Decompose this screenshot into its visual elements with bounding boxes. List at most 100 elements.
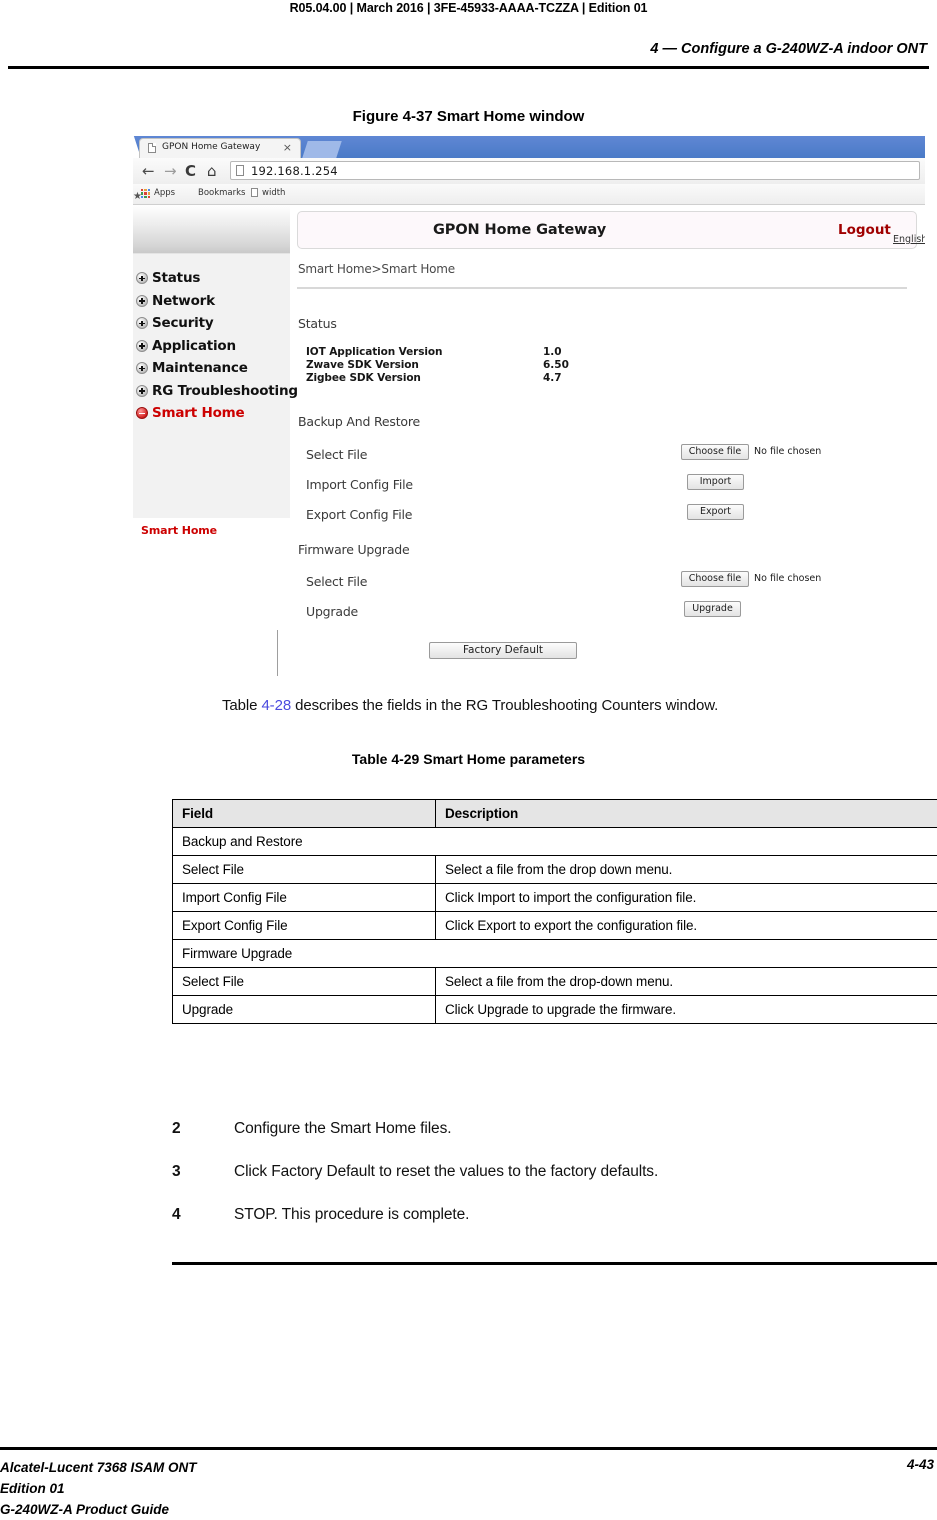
address-bar-value: 192.168.1.254 — [251, 164, 338, 178]
breadcrumb-divider-rule — [297, 287, 907, 289]
plus-icon[interactable] — [136, 294, 148, 307]
backup-select-file-label: Select File — [306, 447, 368, 462]
table-cell-description: Select a file from the drop-down menu. — [435, 967, 937, 996]
document-id-line: R05.04.00 | March 2016 | 3FE-45933-AAAA-… — [289, 1, 648, 15]
bookmark-bookmarks[interactable]: Bookmarks — [198, 188, 246, 198]
apps-grid-icon[interactable] — [141, 189, 150, 198]
page-favicon-icon — [148, 143, 156, 153]
export-config-file-label: Export Config File — [306, 507, 413, 522]
export-button[interactable]: Export — [687, 504, 744, 520]
table-cell-field: Import Config File — [172, 883, 436, 912]
table-header-description: Description — [435, 799, 937, 828]
sidebar-item-network[interactable]: Network — [133, 290, 290, 313]
browser-tab-strip: GPON Home Gateway × — [133, 136, 925, 158]
sidebar-item-rg-troubleshooting[interactable]: RG Troubleshooting — [133, 380, 298, 403]
sidebar-item-label: Network — [152, 292, 215, 309]
table-cross-reference-line: Table 4-28 describes the fields in the R… — [222, 697, 718, 714]
import-button[interactable]: Import — [687, 474, 744, 490]
zwave-sdk-version-label: Zwave SDK Version — [306, 359, 419, 371]
app-title: GPON Home Gateway — [433, 222, 607, 238]
xref-prefix: Table — [222, 697, 262, 714]
step-number: 3 — [172, 1163, 181, 1180]
upgrade-button[interactable]: Upgrade — [684, 601, 741, 617]
table-cell-description: Select a file from the drop down menu. — [435, 855, 937, 884]
footer-line-2: Edition 01 — [0, 1481, 65, 1496]
sidebar-item-label: Status — [152, 270, 201, 286]
plus-icon[interactable] — [136, 317, 148, 329]
sidebar-vertical-divider — [277, 630, 278, 676]
browser-tab[interactable]: GPON Home Gateway × — [139, 138, 301, 158]
table-row: Import Config File Click Import to impor… — [172, 883, 937, 912]
step-number: 2 — [172, 1120, 181, 1137]
upgrade-label: Upgrade — [306, 604, 359, 619]
sidebar-item-status[interactable]: Status — [133, 267, 290, 290]
backup-no-file-chosen-text: No file chosen — [754, 446, 822, 457]
sidebar-item-label: Security — [152, 315, 214, 331]
factory-default-button[interactable]: Factory Default — [429, 642, 577, 659]
footer-product-info: Alcatel-Lucent 7368 ISAM ONT Edition 01 … — [0, 1457, 197, 1520]
sidebar-logo-area — [133, 205, 290, 254]
table-cell-field: Select File — [172, 967, 436, 996]
breadcrumb: Smart Home>Smart Home — [298, 262, 455, 276]
table-row: Upgrade Click Upgrade to upgrade the fir… — [172, 995, 937, 1024]
table-group-firmware-upgrade: Firmware Upgrade — [172, 939, 937, 968]
table-cell-description: Click Upgrade to upgrade the firmware. — [435, 995, 937, 1024]
app-sidebar: Status Network Security Application Main… — [133, 205, 298, 537]
plus-icon[interactable] — [136, 272, 148, 284]
page-header: R05.04.00 | March 2016 | 3FE-45933-AAAA-… — [0, 0, 937, 69]
reload-icon[interactable]: C — [185, 162, 196, 180]
bookmark-apps[interactable]: Apps — [154, 188, 175, 198]
browser-toolbar: ← → C ⌂ 192.168.1.254 — [133, 158, 925, 185]
bookmarks-bar: Apps ★ Bookmarks width — [133, 184, 925, 205]
footer-line-3: G-240WZ-A Product Guide — [0, 1502, 170, 1517]
table-cell-field: Select File — [172, 855, 436, 884]
sidebar-item-label: Application — [152, 337, 236, 354]
back-arrow-icon[interactable]: ← — [142, 162, 155, 180]
sidebar-item-maintenance[interactable]: Maintenance — [133, 357, 290, 380]
step-number: 4 — [172, 1206, 181, 1223]
table-cell-field: Export Config File — [172, 911, 436, 940]
sidebar-subitem-smart-home[interactable]: Smart Home — [133, 524, 298, 537]
close-icon[interactable]: × — [283, 141, 292, 155]
page-info-icon — [236, 165, 244, 176]
table-header-row: Field Description — [172, 799, 937, 828]
app-main-panel: GPON Home Gateway Logout English |Españo… — [293, 205, 925, 676]
firmware-choose-file-button[interactable]: Choose file — [681, 571, 749, 587]
sidebar-item-security[interactable]: Security — [133, 312, 290, 335]
sidebar-item-application[interactable]: Application — [133, 335, 290, 358]
new-tab-button[interactable] — [302, 141, 342, 158]
backup-restore-section-title: Backup And Restore — [298, 414, 421, 429]
footer-line-1: Alcatel-Lucent 7368 ISAM ONT — [0, 1460, 197, 1475]
plus-icon[interactable] — [136, 362, 148, 374]
import-config-file-label: Import Config File — [306, 477, 413, 492]
firmware-no-file-chosen-text: No file chosen — [754, 573, 822, 584]
sidebar-item-label: RG Troubleshooting — [152, 382, 298, 399]
address-bar[interactable]: 192.168.1.254 — [230, 161, 920, 180]
home-icon[interactable]: ⌂ — [207, 162, 217, 180]
plus-icon[interactable] — [136, 384, 148, 397]
table-row: Select File Select a file from the drop-… — [172, 967, 937, 996]
chapter-running-head: 4 — Configure a G-240WZ-A indoor ONT — [650, 41, 927, 57]
step-text: STOP. This procedure is complete. — [234, 1206, 470, 1223]
table-cell-description: Click Import to import the configuration… — [435, 883, 937, 912]
sidebar-item-label: Smart Home — [152, 405, 245, 421]
document-icon — [251, 188, 258, 197]
table-row: Firmware Upgrade — [172, 939, 937, 968]
forward-arrow-icon[interactable]: → — [164, 162, 177, 180]
sidebar-item-smart-home[interactable]: Smart Home — [133, 402, 290, 425]
app-header-bar: GPON Home Gateway Logout English |Españo… — [297, 211, 925, 249]
backup-choose-file-button[interactable]: Choose file — [681, 444, 749, 460]
table-row: Export Config File Click Export to expor… — [172, 911, 937, 940]
minus-icon[interactable] — [136, 407, 148, 419]
table-row: Select File Select a file from the drop … — [172, 855, 937, 884]
firmware-upgrade-section-title: Firmware Upgrade — [298, 542, 410, 557]
bookmark-width[interactable]: width — [262, 188, 285, 198]
zigbee-sdk-version-value: 4.7 — [543, 372, 562, 384]
language-switcher[interactable]: English |Español — [893, 234, 925, 245]
plus-icon[interactable] — [136, 339, 148, 352]
logout-link[interactable]: Logout — [838, 222, 891, 238]
xref-link-4-28[interactable]: 4-28 — [261, 697, 291, 714]
iot-application-version-label: IOT Application Version — [306, 346, 443, 358]
zwave-sdk-version-value: 6.50 — [543, 359, 569, 371]
table-row: Backup and Restore — [172, 827, 937, 856]
